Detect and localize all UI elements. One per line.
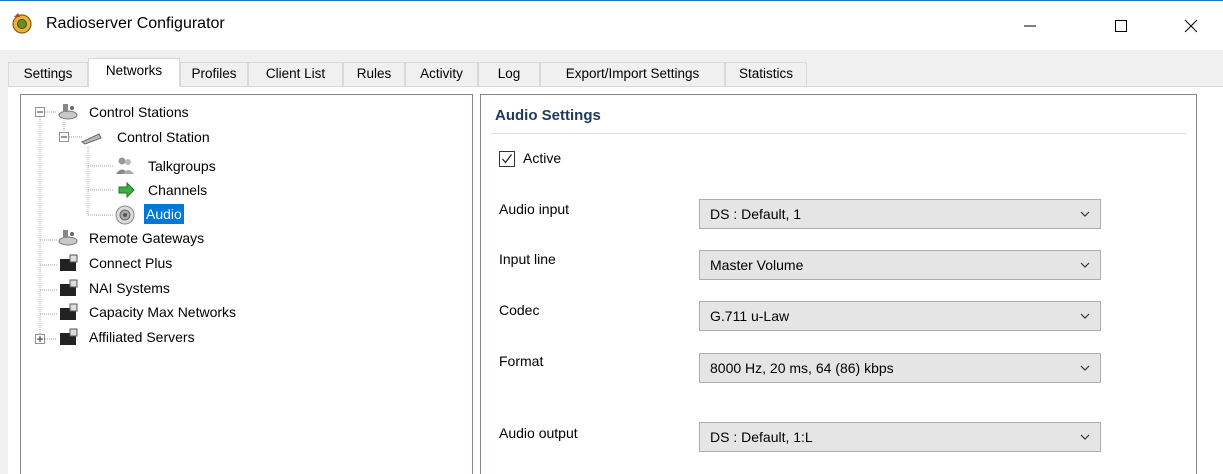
chevron-down-icon [1080,365,1090,371]
minimize-icon [1024,25,1036,27]
format-select[interactable]: 8000 Hz, 20 ms, 64 (86) kbps [699,353,1101,383]
window-title: Radioserver Configurator [46,15,225,32]
tab-log[interactable]: Log [478,62,540,86]
chevron-down-icon [1080,313,1090,319]
tab-networks[interactable]: Networks [88,58,180,87]
network-tree[interactable]: Control Stations Control Station Talkgro… [20,94,473,474]
active-label[interactable]: Active [523,150,561,166]
chevron-down-icon [1080,262,1090,268]
format-label: Format [499,353,544,369]
audio-output-label: Audio output [499,425,578,441]
tree-node-remote-gateways[interactable]: Remote Gateways [87,228,206,248]
tab-rules[interactable]: Rules [343,62,405,86]
maximize-icon [1115,20,1127,32]
tab-activity[interactable]: Activity [405,62,478,86]
tab-settings[interactable]: Settings [8,62,88,86]
audio-input-label: Audio input [499,201,570,217]
audio-output-value: DS : Default, 1:L [710,429,813,445]
server-icon [60,254,78,271]
tree-node-talkgroups[interactable]: Talkgroups [146,156,218,176]
codec-value: G.711 u-Law [710,308,790,324]
audio-input-select[interactable]: DS : Default, 1 [699,199,1101,229]
maximize-button[interactable] [1098,1,1144,51]
audio-input-value: DS : Default, 1 [710,206,802,222]
minimize-button[interactable] [1007,1,1053,51]
tree-node-channels[interactable]: Channels [146,180,209,200]
tab-export-import-settings[interactable]: Export/Import Settings [540,62,725,86]
server-icon [60,303,78,320]
input-line-value: Master Volume [710,257,804,273]
close-icon [1184,19,1198,33]
tree-node-connect-plus[interactable]: Connect Plus [87,253,174,273]
section-divider [491,133,1186,134]
chevron-down-icon [1080,434,1090,440]
title-bar: Radioserver Configurator [0,0,1223,50]
format-value: 8000 Hz, 20 ms, 64 (86) kbps [710,360,894,376]
audio-settings-title: Audio Settings [495,107,601,124]
active-checkbox[interactable] [499,151,515,167]
speaker-icon [115,205,135,225]
checkmark-icon [502,154,513,164]
tree-node-control-stations[interactable]: Control Stations [87,102,191,122]
collapse-control-stations[interactable] [35,107,45,117]
tree-node-control-station[interactable]: Control Station [115,127,212,147]
tab-strip: Settings Networks Profiles Client List R… [8,58,1223,87]
close-button[interactable] [1168,1,1214,51]
codec-select[interactable]: G.711 u-Law [699,301,1101,331]
users-icon [116,157,134,174]
tree-node-capacity-max-networks[interactable]: Capacity Max Networks [87,302,238,322]
tree-node-audio[interactable]: Audio [144,204,184,224]
tab-profiles[interactable]: Profiles [180,62,248,86]
expand-affiliated-servers[interactable] [35,334,45,344]
codec-label: Codec [499,302,540,318]
app-icon [12,13,32,34]
server-icon [60,328,78,345]
green-arrow-icon [118,181,135,199]
input-line-select[interactable]: Master Volume [699,250,1101,280]
radio-icon [58,230,78,246]
audio-output-select[interactable]: DS : Default, 1:L [699,422,1101,452]
tree-node-affiliated-servers[interactable]: Affiliated Servers [87,327,197,347]
server-icon [60,279,78,296]
tab-client-list[interactable]: Client List [248,62,343,86]
audio-settings-panel: Audio Settings Active Audio input DS : D… [480,94,1197,474]
antenna-icon [80,133,102,145]
collapse-control-station[interactable] [59,132,69,142]
tab-statistics[interactable]: Statistics [725,62,807,86]
chevron-down-icon [1080,211,1090,217]
input-line-label: Input line [499,251,556,267]
radio-icon [58,104,78,120]
tree-node-nai-systems[interactable]: NAI Systems [87,278,172,298]
